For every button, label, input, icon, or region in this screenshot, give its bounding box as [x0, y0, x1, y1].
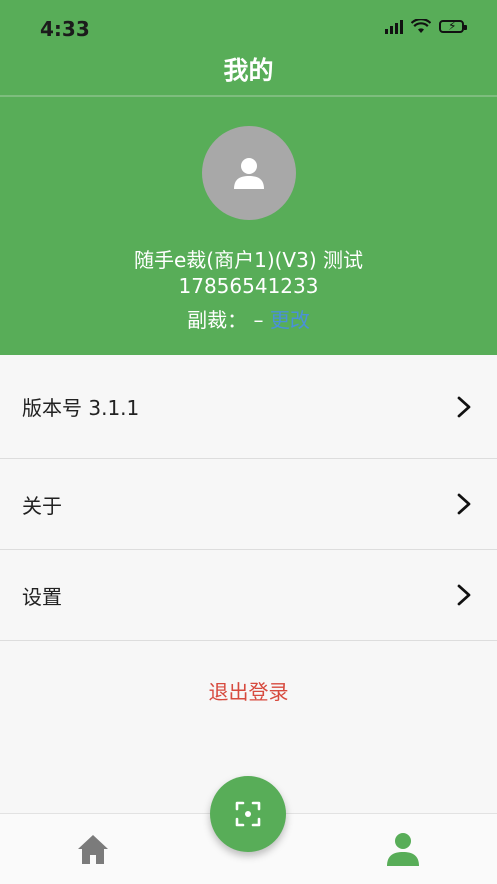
menu-item-version[interactable]: 版本号 3.1.1 [0, 355, 497, 459]
scan-icon [235, 801, 261, 827]
menu-item-label: 设置 [22, 584, 62, 609]
user-icon [234, 158, 264, 189]
page-title: 我的 [223, 56, 274, 85]
header-divider [0, 95, 497, 97]
logout-button[interactable]: 退出登录 [0, 676, 497, 705]
status-bar: 4:33 ⚡ [0, 0, 497, 58]
settings-menu: 版本号 3.1.1 关于 设置 [0, 355, 497, 641]
sub-cutter-value: – [247, 308, 270, 332]
status-time: 4:33 [40, 17, 90, 41]
home-icon[interactable] [76, 832, 110, 866]
sub-cutter-row: 副裁： – 更改 [0, 304, 497, 333]
chevron-right-icon [457, 493, 471, 515]
menu-item-about[interactable]: 关于 [0, 459, 497, 550]
wifi-icon [411, 18, 431, 33]
scan-button[interactable] [210, 776, 286, 852]
profile-header: 4:33 ⚡ 我的 随手e裁(商户1)(V3) 测试 17856541233 副… [0, 0, 497, 355]
chevron-right-icon [457, 584, 471, 606]
change-link[interactable]: 更改 [270, 308, 310, 332]
profile-name: 随手e裁(商户1)(V3) 测试 [133, 248, 363, 272]
avatar[interactable] [202, 126, 296, 220]
menu-item-label: 关于 [22, 493, 62, 518]
status-icons: ⚡ [385, 18, 467, 34]
sub-cutter-label: 副裁： [187, 308, 248, 332]
chevron-right-icon [457, 396, 471, 417]
profile-phone: 17856541233 [178, 274, 319, 298]
user-icon[interactable] [385, 831, 421, 867]
menu-item-settings[interactable]: 设置 [0, 550, 497, 641]
menu-item-label: 版本号 3.1.1 [22, 396, 140, 420]
battery-charging-icon: ⚡ [439, 19, 467, 33]
signal-icon [385, 18, 403, 34]
